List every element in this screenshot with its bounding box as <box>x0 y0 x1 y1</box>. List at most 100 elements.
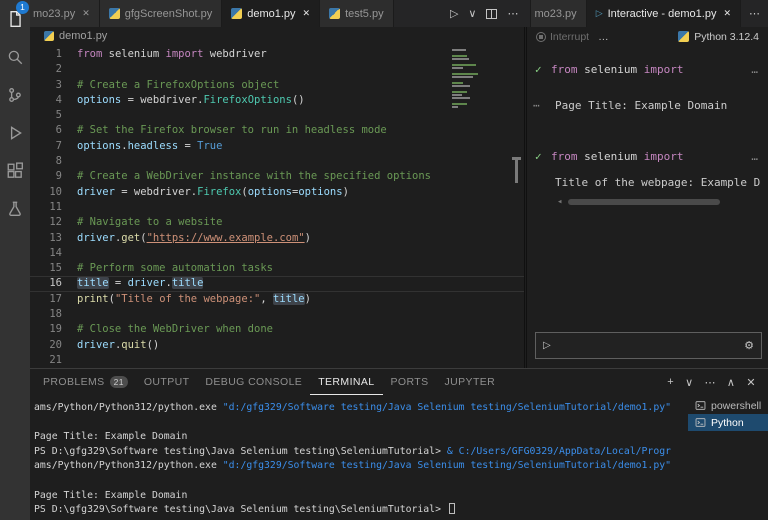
breadcrumb-file: demo1.py <box>59 30 107 42</box>
terminal-line: ams/Python/Python312/python.exe "d:/gfg3… <box>34 459 686 474</box>
line-number: 5 <box>30 108 77 123</box>
code-line[interactable]: 13driver.get("https://www.example.com") <box>30 231 524 246</box>
tab-problems[interactable]: PROBLEMS 21 <box>35 369 136 395</box>
tab-demo1[interactable]: demo1.py ✕ <box>222 0 320 27</box>
code-line[interactable]: 14 <box>30 246 524 261</box>
line-number: 13 <box>30 231 77 246</box>
extensions-icon[interactable] <box>0 152 30 190</box>
panel-more-icon[interactable]: ⋯ <box>705 376 716 389</box>
interactive-input-box[interactable]: ▷ ⚙ <box>535 332 762 359</box>
close-panel-icon[interactable]: ✕ <box>746 376 756 389</box>
run-cell-icon[interactable]: ▷ <box>536 340 558 351</box>
terminal-item-powershell[interactable]: powershell <box>688 397 768 414</box>
panel-tab-label: PROBLEMS <box>43 376 105 388</box>
code-line[interactable]: 15# Perform some automation tasks <box>30 261 524 276</box>
tab-label: mo23.py <box>33 8 75 20</box>
more-actions-icon[interactable]: ⋯ <box>507 7 518 20</box>
line-number: 8 <box>30 154 77 169</box>
code-line[interactable]: 9# Create a WebDriver instance with the … <box>30 169 524 184</box>
line-number: 9 <box>30 169 77 184</box>
interrupt-button[interactable]: Interrupt <box>536 31 589 43</box>
code-line[interactable]: 12# Navigate to a website <box>30 215 524 230</box>
code-line[interactable]: 11 <box>30 200 524 215</box>
scroll-left-icon[interactable]: ◂ <box>557 197 562 207</box>
cell-row[interactable]: ✓ from selenium import … <box>527 60 768 78</box>
code-line[interactable]: 8 <box>30 154 524 169</box>
line-number: 21 <box>30 353 77 368</box>
cell-more-icon[interactable]: … <box>751 150 758 163</box>
toolbar-more-icon[interactable]: … <box>598 31 609 43</box>
cell-more-icon[interactable]: … <box>751 63 758 76</box>
tab-ports[interactable]: PORTS <box>383 369 437 395</box>
new-terminal-icon[interactable]: + <box>667 376 674 388</box>
cell-success-icon: ✓ <box>535 63 551 76</box>
tab-test5[interactable]: test5.py <box>320 0 394 27</box>
line-number: 6 <box>30 123 77 138</box>
code-lines: 1from selenium import webdriver23# Creat… <box>30 47 524 368</box>
more-tabs-icon[interactable]: ⋯ <box>741 0 768 27</box>
close-icon[interactable]: ✕ <box>303 8 311 19</box>
close-icon[interactable]: ✕ <box>82 8 90 19</box>
maximize-panel-icon[interactable]: ∧ <box>727 376 735 389</box>
close-icon[interactable]: ✕ <box>723 8 731 19</box>
terminal-output[interactable]: ams/Python/Python312/python.exe "d:/gfg3… <box>34 401 686 520</box>
interrupt-label: Interrupt <box>550 31 589 43</box>
output-more-icon[interactable]: ⋯ <box>533 99 555 112</box>
tab-gfgscreenshot[interactable]: gfgScreenShot.py <box>100 0 222 27</box>
code-line[interactable]: 1from selenium import webdriver <box>30 47 524 62</box>
scrollbar-marker[interactable] <box>515 157 518 183</box>
tab-interactive-demo1[interactable]: ▷ Interactive - demo1.py ✕ <box>587 0 741 27</box>
run-dropdown-caret-icon[interactable]: ∨ <box>468 7 476 20</box>
code-line[interactable]: 10driver = webdriver.Firefox(options=opt… <box>30 185 524 200</box>
code-editor[interactable]: 1from selenium import webdriver23# Creat… <box>30 47 524 368</box>
tab-label: Interactive - demo1.py <box>608 8 717 20</box>
terminal-profile-caret-icon[interactable]: ∨ <box>685 376 693 389</box>
interactive-code-input[interactable] <box>558 339 744 352</box>
kernel-picker[interactable]: Python 3.12.4 <box>678 31 759 43</box>
code-line[interactable]: 4options = webdriver.FirefoxOptions() <box>30 93 524 108</box>
run-python-file-button[interactable]: ▷ <box>450 7 458 20</box>
code-line[interactable]: 3# Create a FirefoxOptions object <box>30 78 524 93</box>
terminal-line: PS D:\gfg329\Software testing\Java Selen… <box>34 503 686 518</box>
bottom-panel: PROBLEMS 21 OUTPUT DEBUG CONSOLE TERMINA… <box>30 368 768 520</box>
panel-tab-label: OUTPUT <box>144 376 190 388</box>
cell-row[interactable]: ✓ from selenium import … <box>527 147 768 165</box>
tab-terminal[interactable]: TERMINAL <box>310 369 382 395</box>
minimap[interactable] <box>452 49 480 112</box>
explorer-icon[interactable]: 1 <box>0 0 30 38</box>
code-line[interactable]: 18 <box>30 307 524 322</box>
line-number: 17 <box>30 292 77 307</box>
code-line[interactable]: 21 <box>30 353 524 368</box>
code-text: print("Title of the webpage:", title) <box>77 292 311 307</box>
code-line[interactable]: 6# Set the Firefox browser to run in hea… <box>30 123 524 138</box>
code-line[interactable]: 19# Close the WebDriver when done <box>30 322 524 337</box>
tab-mo23-right[interactable]: mo23.py <box>531 0 586 27</box>
code-line[interactable]: 5 <box>30 108 524 123</box>
panel-tab-label: TERMINAL <box>318 376 374 388</box>
code-line[interactable]: 7options.headless = True <box>30 139 524 154</box>
code-line[interactable]: 20driver.quit() <box>30 338 524 353</box>
tab-mo23[interactable]: mo23.py ✕ <box>30 0 100 27</box>
code-line[interactable]: 16title = driver.title <box>30 276 524 291</box>
line-number: 1 <box>30 47 77 62</box>
tab-output[interactable]: OUTPUT <box>136 369 198 395</box>
source-control-icon[interactable] <box>0 76 30 114</box>
testing-icon[interactable] <box>0 190 30 228</box>
interactive-toolbar: Interrupt … Python 3.12.4 <box>527 27 768 46</box>
interactive-cells: ✓ from selenium import … ⋯ Page Title: E… <box>527 46 768 326</box>
output-hscrollbar[interactable]: ◂ <box>527 197 768 207</box>
code-line[interactable]: 17print("Title of the webpage:", title) <box>30 292 524 307</box>
panel-tab-label: DEBUG CONSOLE <box>205 376 302 388</box>
code-line[interactable]: 2 <box>30 62 524 77</box>
terminal-item-python[interactable]: Python <box>688 414 768 431</box>
run-and-debug-icon[interactable] <box>0 114 30 152</box>
terminal-item-label: Python <box>711 417 744 429</box>
tab-debug-console[interactable]: DEBUG CONSOLE <box>197 369 310 395</box>
breadcrumb[interactable]: demo1.py <box>30 27 524 45</box>
tab-jupyter[interactable]: JUPYTER <box>437 369 504 395</box>
search-icon[interactable] <box>0 38 30 76</box>
problems-count-badge: 21 <box>110 376 128 388</box>
hscrollbar-thumb[interactable] <box>568 199 720 205</box>
gear-icon[interactable]: ⚙ <box>744 339 761 352</box>
split-editor-icon[interactable] <box>486 9 497 19</box>
